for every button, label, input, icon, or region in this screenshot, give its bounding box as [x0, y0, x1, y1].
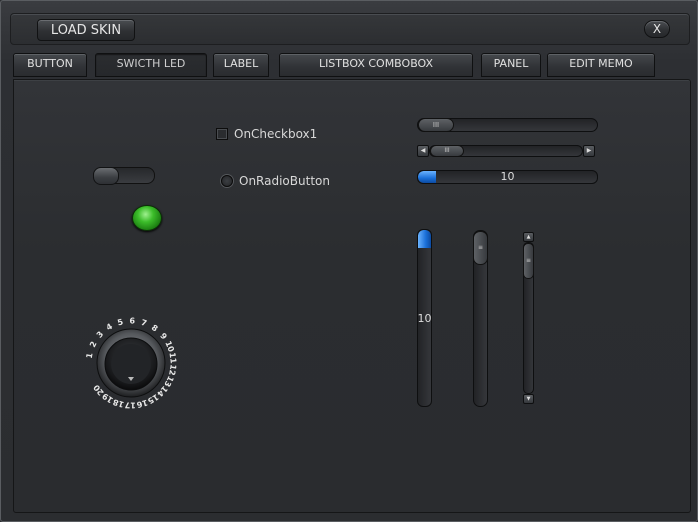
trackbar-thumb[interactable]: III — [418, 118, 454, 132]
tab-label: BUTTON — [27, 57, 73, 70]
scrollbar-track[interactable]: ≡ — [523, 242, 534, 394]
scrollbar-thumb[interactable]: III — [430, 145, 464, 157]
tab-listbox-combobox[interactable]: LISTBOX COMBOBOX — [279, 53, 473, 77]
dial-number-3: 3 — [95, 330, 105, 340]
tab-panel[interactable]: PANEL — [481, 53, 541, 77]
dial-number-2: 2 — [88, 340, 99, 349]
progress-fill — [418, 230, 431, 248]
tab-label-tab[interactable]: LABEL — [213, 53, 269, 77]
horizontal-trackbar[interactable]: III — [417, 118, 598, 132]
tab-label: EDIT MEMO — [569, 57, 633, 70]
radio-label: OnRadioButton — [239, 174, 330, 188]
dial-number-7: 7 — [140, 318, 148, 328]
scroll-down-arrow-icon[interactable]: ▼ — [523, 394, 534, 404]
horizontal-progress-bar: 10 — [417, 170, 598, 184]
dial-number-17: 17 — [125, 400, 136, 409]
scroll-right-arrow-icon[interactable]: ▶ — [583, 145, 595, 157]
close-button[interactable]: X — [644, 20, 670, 38]
tab-label: SWICTH LED — [116, 57, 186, 70]
dial-number-16: 16 — [135, 398, 149, 410]
progress-value: 10 — [500, 170, 515, 183]
horizontal-scrollbar[interactable]: ◀ III ▶ — [417, 145, 595, 157]
scrollbar-thumb[interactable]: ≡ — [523, 243, 534, 279]
toggle-switch[interactable] — [93, 167, 155, 185]
rotary-dial[interactable]: 1 2 3 4 5 6 7 8 9 10 11 12 13 14 15 16 17 18 19 20 — [79, 311, 183, 415]
switch-knob[interactable] — [93, 167, 119, 185]
vertical-scrollbar[interactable]: ▲ ≡ ▼ — [523, 232, 534, 404]
dial-number-4: 4 — [105, 321, 115, 332]
checkbox-row[interactable]: OnCheckbox1 — [216, 127, 317, 141]
trackbar-thumb[interactable]: ≡ — [473, 231, 488, 265]
led-indicator — [132, 205, 162, 231]
tab-strip: BUTTON SWICTH LED LABEL LISTBOX COMBOBOX… — [13, 53, 689, 79]
scroll-up-arrow-icon[interactable]: ▲ — [523, 232, 534, 242]
tab-label: PANEL — [493, 57, 529, 70]
dial-number-1: 1 — [85, 352, 95, 359]
checkbox-label: OnCheckbox1 — [234, 127, 318, 141]
vertical-progress-bar: 10 — [417, 229, 432, 407]
scroll-left-arrow-icon[interactable]: ◀ — [417, 145, 429, 157]
tab-button[interactable]: BUTTON — [13, 53, 87, 77]
tab-label: LISTBOX COMBOBOX — [318, 57, 434, 70]
dial-number-9: 9 — [158, 331, 169, 341]
dial-number-8: 8 — [150, 323, 160, 334]
app-window: LOAD SKIN X BUTTON SWICTH LED LABEL LIST… — [0, 0, 698, 522]
radio-button[interactable] — [221, 175, 233, 187]
tab-edit-memo[interactable]: EDIT MEMO — [547, 53, 655, 77]
scrollbar-track[interactable]: III — [429, 145, 583, 157]
progress-value: 10 — [417, 312, 432, 325]
checkbox[interactable] — [216, 128, 228, 140]
tab-label: LABEL — [223, 57, 259, 70]
vertical-trackbar[interactable]: ≡ — [473, 230, 488, 407]
radio-row[interactable]: OnRadioButton — [221, 174, 330, 188]
dial-number-11: 11 — [168, 352, 178, 365]
tab-switch-led[interactable]: SWICTH LED — [95, 53, 207, 77]
dial-number-6: 6 — [129, 316, 135, 325]
dial-number-5: 5 — [116, 317, 124, 327]
load-skin-button[interactable]: LOAD SKIN — [37, 19, 135, 41]
